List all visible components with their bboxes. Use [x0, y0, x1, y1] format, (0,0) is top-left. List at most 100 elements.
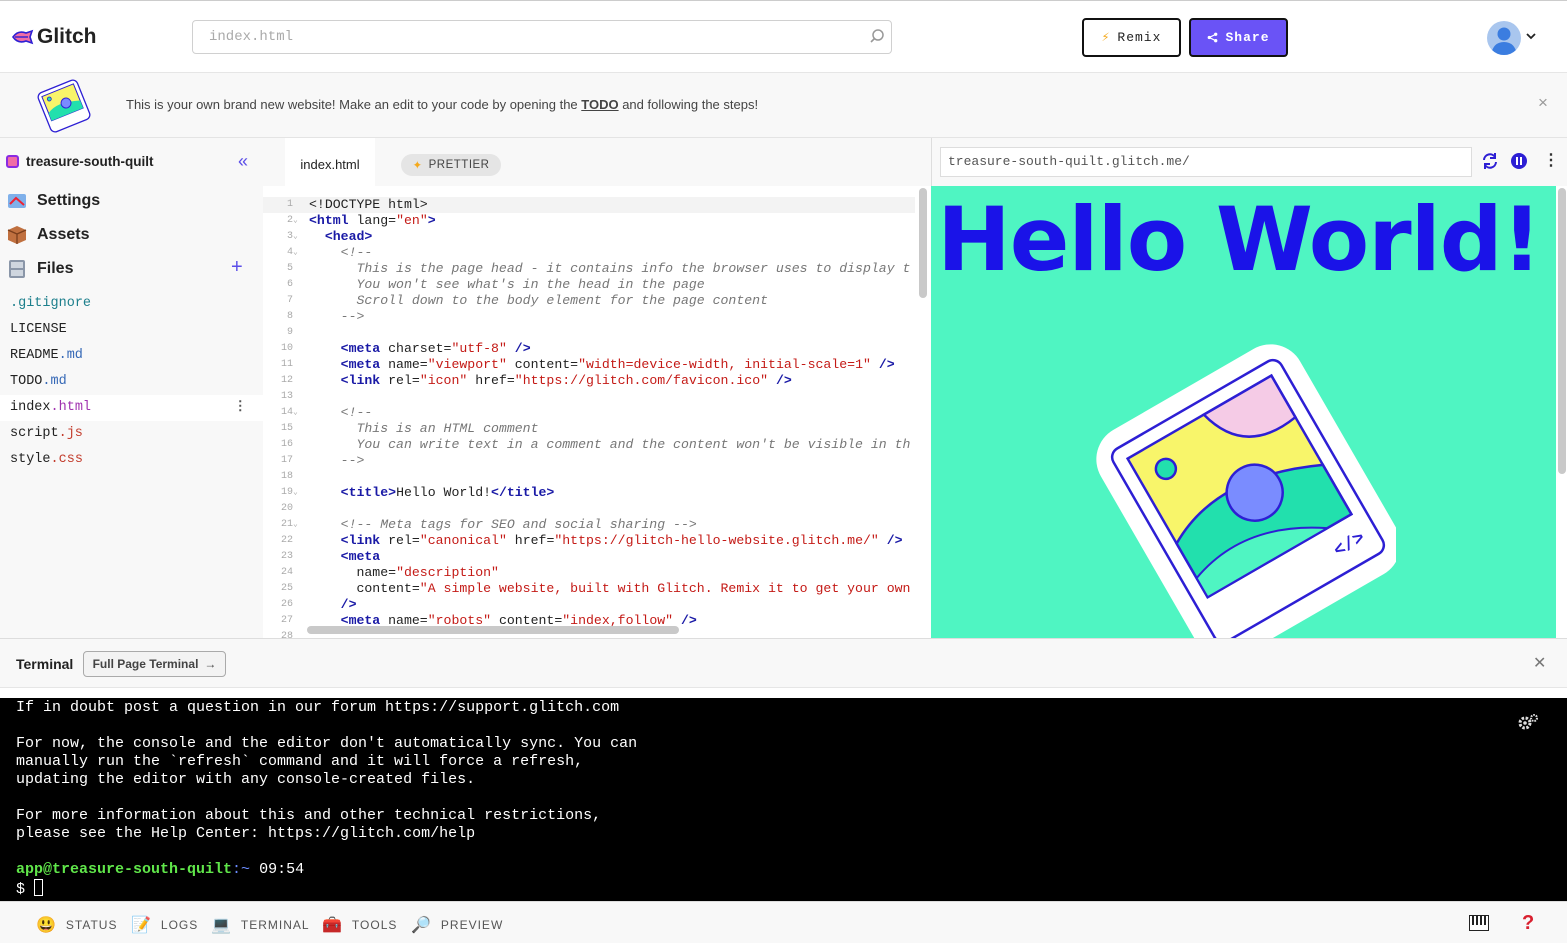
file-ext: .js	[58, 426, 83, 441]
search-input[interactable]: index.html	[192, 20, 892, 54]
terminal-console[interactable]: If in doubt post a question in our forum…	[0, 698, 1567, 901]
code-line: 20	[280, 503, 293, 514]
piano-keyboard-icon[interactable]	[1469, 915, 1489, 931]
gear-icon[interactable]	[1517, 713, 1539, 731]
pause-icon[interactable]	[1510, 152, 1528, 170]
logs-button[interactable]: 📝 LOGS	[131, 915, 198, 935]
remix-button[interactable]: ⚡ Remix	[1082, 18, 1181, 57]
bottom-bar: 😃 STATUS 📝 LOGS 💻 TERMINAL 🧰 TOOLS 🔎 PREVIEW …	[0, 901, 1567, 943]
status-button[interactable]: 😃 STATUS	[36, 915, 117, 935]
code-line: 2 ⌄ <html lang="en">	[286, 213, 436, 228]
arrow-right-icon: →	[204, 657, 217, 671]
file-ext: .md	[58, 348, 83, 363]
code-line: 12 <link rel="icon" href="https://glitch…	[280, 373, 792, 388]
collapse-sidebar-icon[interactable]: «	[238, 151, 248, 172]
editor-horizontal-scrollbar[interactable]	[307, 626, 679, 634]
code-line: 15 This is an HTML comment	[280, 421, 539, 436]
remix-label: Remix	[1117, 30, 1162, 45]
terminal-label: TERMINAL	[240, 918, 310, 932]
terminal-line: If in doubt post a question in our forum…	[16, 699, 620, 716]
project-name-button[interactable]: treasure-south-quilt	[6, 154, 154, 169]
file-name: style	[10, 452, 51, 467]
file-gitignore[interactable]: .gitignore	[0, 291, 263, 317]
code-line: 7 Scroll down to the body element for th…	[286, 293, 768, 308]
file-options-icon[interactable]: ⋮	[234, 395, 248, 421]
settings-icon	[8, 194, 26, 208]
todo-link[interactable]: TODO	[581, 97, 618, 112]
code-line: 8 -->	[286, 309, 365, 324]
code-line: 18	[280, 471, 293, 482]
glitch-logo[interactable]: Glitch	[10, 25, 97, 49]
share-label: Share	[1225, 30, 1270, 45]
terminal-button[interactable]: 💻 TERMINAL	[211, 915, 310, 935]
full-page-terminal-label: Full Page Terminal	[92, 657, 199, 671]
preview-button[interactable]: 🔎 PREVIEW	[411, 915, 503, 935]
laptop-icon: 💻	[211, 917, 232, 934]
sidebar-item-label: Settings	[37, 192, 101, 209]
terminal-prompt: app@treasure-south-quilt:~ 09:54	[16, 861, 304, 878]
box-icon	[7, 226, 27, 244]
code-editor[interactable]: 1 <!DOCTYPE html> 2 ⌄ <html lang="en"> 3 ⌄ <…	[263, 186, 931, 638]
banner-text-end: and following the steps!	[618, 97, 759, 112]
sidebar: treasure-south-quilt « Settings Assets F…	[0, 138, 263, 638]
chevron-down-icon[interactable]	[1526, 32, 1536, 40]
code-line: 13	[280, 391, 293, 402]
code-line: 25 content="A simple website, built with…	[280, 581, 911, 596]
file-license[interactable]: LICENSE	[0, 317, 263, 343]
terminal-line: manually run the `refresh` command and i…	[16, 753, 584, 770]
website-illustration-icon: </>	[1096, 344, 1396, 638]
code-line: 10 <meta charset="utf-8" />	[280, 341, 531, 356]
avatar[interactable]	[1487, 21, 1521, 55]
welcome-banner: This is your own brand new website! Make…	[0, 73, 1567, 138]
file-script-js[interactable]: script.js	[0, 421, 263, 447]
code-line: 14 ⌄ <!--	[280, 405, 373, 420]
file-ext: .html	[50, 400, 92, 415]
glitch-fish-icon	[12, 29, 34, 45]
prettier-button[interactable]: ✦ PRETTIER	[401, 154, 501, 176]
refresh-icon[interactable]	[1481, 152, 1499, 170]
preview-heading: Hello World!	[937, 188, 1542, 291]
editor-tabs: index.html ✦ PRETTIER	[263, 138, 931, 187]
file-name: script	[10, 426, 59, 441]
preview-url-input[interactable]: treasure-south-quilt.glitch.me/	[940, 147, 1472, 177]
terminal-line: please see the Help Center: https://glit…	[16, 825, 476, 842]
top-bar: Glitch index.html ⚡ Remix Share	[0, 0, 1567, 73]
sidebar-item-files[interactable]: Files	[6, 258, 73, 280]
file-index-html[interactable]: index.html ⋮	[0, 395, 263, 421]
tab-index-html[interactable]: index.html	[285, 138, 375, 187]
code-line: 22 <link rel="canonical" href="https://g…	[280, 533, 903, 548]
file-todo[interactable]: TODO.md	[0, 369, 263, 395]
tools-label: TOOLS	[351, 918, 398, 932]
code-line: 26 />	[280, 597, 357, 612]
close-terminal-icon[interactable]: ✕	[1533, 653, 1546, 673]
file-cabinet-icon	[9, 260, 25, 278]
magnifier-icon: 🔎	[411, 917, 432, 934]
smiley-icon: 😃	[36, 917, 57, 934]
preview-scrollbar[interactable]	[1558, 188, 1566, 474]
code-line: 6 You won't see what's in the head in th…	[286, 277, 705, 292]
file-ext: .md	[42, 374, 67, 389]
code-line: 23 <meta	[280, 549, 381, 564]
full-page-terminal-button[interactable]: Full Page Terminal →	[83, 651, 226, 677]
terminal-line: For more information about this and othe…	[16, 807, 602, 824]
more-options-icon[interactable]: ⋮	[1543, 150, 1559, 170]
code-line: 11 <meta name="viewport" content="width=…	[280, 357, 895, 372]
close-icon[interactable]: ×	[1538, 93, 1548, 113]
terminal-cursor	[34, 879, 44, 896]
terminal-input-line[interactable]: $	[16, 879, 44, 898]
sidebar-item-settings[interactable]: Settings	[6, 190, 100, 212]
file-readme[interactable]: README.md	[0, 343, 263, 369]
share-button[interactable]: Share	[1189, 18, 1288, 57]
code-line: 21 ⌄ <!-- Meta tags for SEO and social sh…	[280, 517, 697, 532]
code-line: 1 <!DOCTYPE html>	[263, 197, 915, 213]
preview-toolbar: treasure-south-quilt.glitch.me/ ⋮	[931, 138, 1567, 186]
add-file-icon[interactable]: +	[231, 256, 243, 279]
sidebar-item-label: Assets	[37, 226, 90, 243]
help-icon[interactable]: ?	[1522, 912, 1534, 935]
logs-label: LOGS	[160, 918, 199, 932]
status-label: STATUS	[65, 918, 118, 932]
tools-button[interactable]: 🧰 TOOLS	[322, 915, 397, 935]
sidebar-item-assets[interactable]: Assets	[6, 224, 89, 246]
editor-vertical-scrollbar[interactable]	[919, 188, 927, 298]
file-style-css[interactable]: style.css	[0, 447, 263, 473]
